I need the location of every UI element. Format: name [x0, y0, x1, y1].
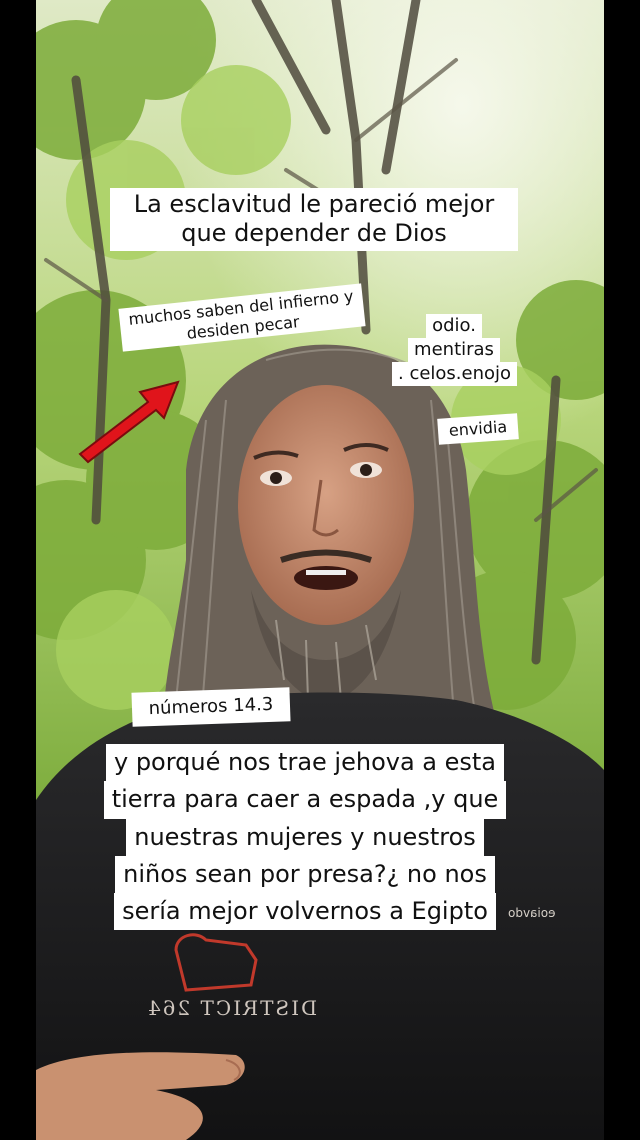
video-frame: DISTRICT 264 eoiavdo La esclavitud le pa…: [0, 0, 640, 1140]
red-arrow-icon: [78, 380, 180, 464]
video-scene: [36, 0, 604, 1140]
verse-caption: y porqué nos trae jehova a esta tierra p…: [98, 744, 512, 931]
verse-line-2: tierra para caer a espada ,y que: [103, 781, 507, 819]
odio-line-3: . celos.enojo: [392, 361, 518, 386]
right-letterbox: [604, 0, 640, 1140]
odio-line-2: mentiras: [408, 337, 500, 362]
odio-line-1: odio.: [426, 314, 482, 338]
verse-line-5: sería mejor volvernos a Egipto: [114, 893, 496, 931]
left-letterbox: [0, 0, 36, 1140]
verse-line-3: nuestras mujeres y nuestros: [126, 818, 484, 856]
odio-caption: odio. mentiras . celos.enojo: [392, 312, 518, 388]
verse-line-1: y porqué nos trae jehova a esta: [105, 744, 505, 782]
shirt-print-text: DISTRICT 264: [146, 996, 318, 1020]
title-caption: La esclavitud le pareció mejor que depen…: [110, 188, 518, 251]
title-line-2: que depender de Dios: [181, 219, 447, 248]
title-line-1: La esclavitud le pareció mejor: [133, 190, 495, 218]
verse-line-4: niños sean por presa?¿ no nos: [115, 855, 495, 894]
numeros-caption: números 14.3: [131, 687, 291, 727]
shirt-logo-text: eoiavdo: [508, 906, 556, 920]
scene-drawing: [36, 0, 604, 1140]
